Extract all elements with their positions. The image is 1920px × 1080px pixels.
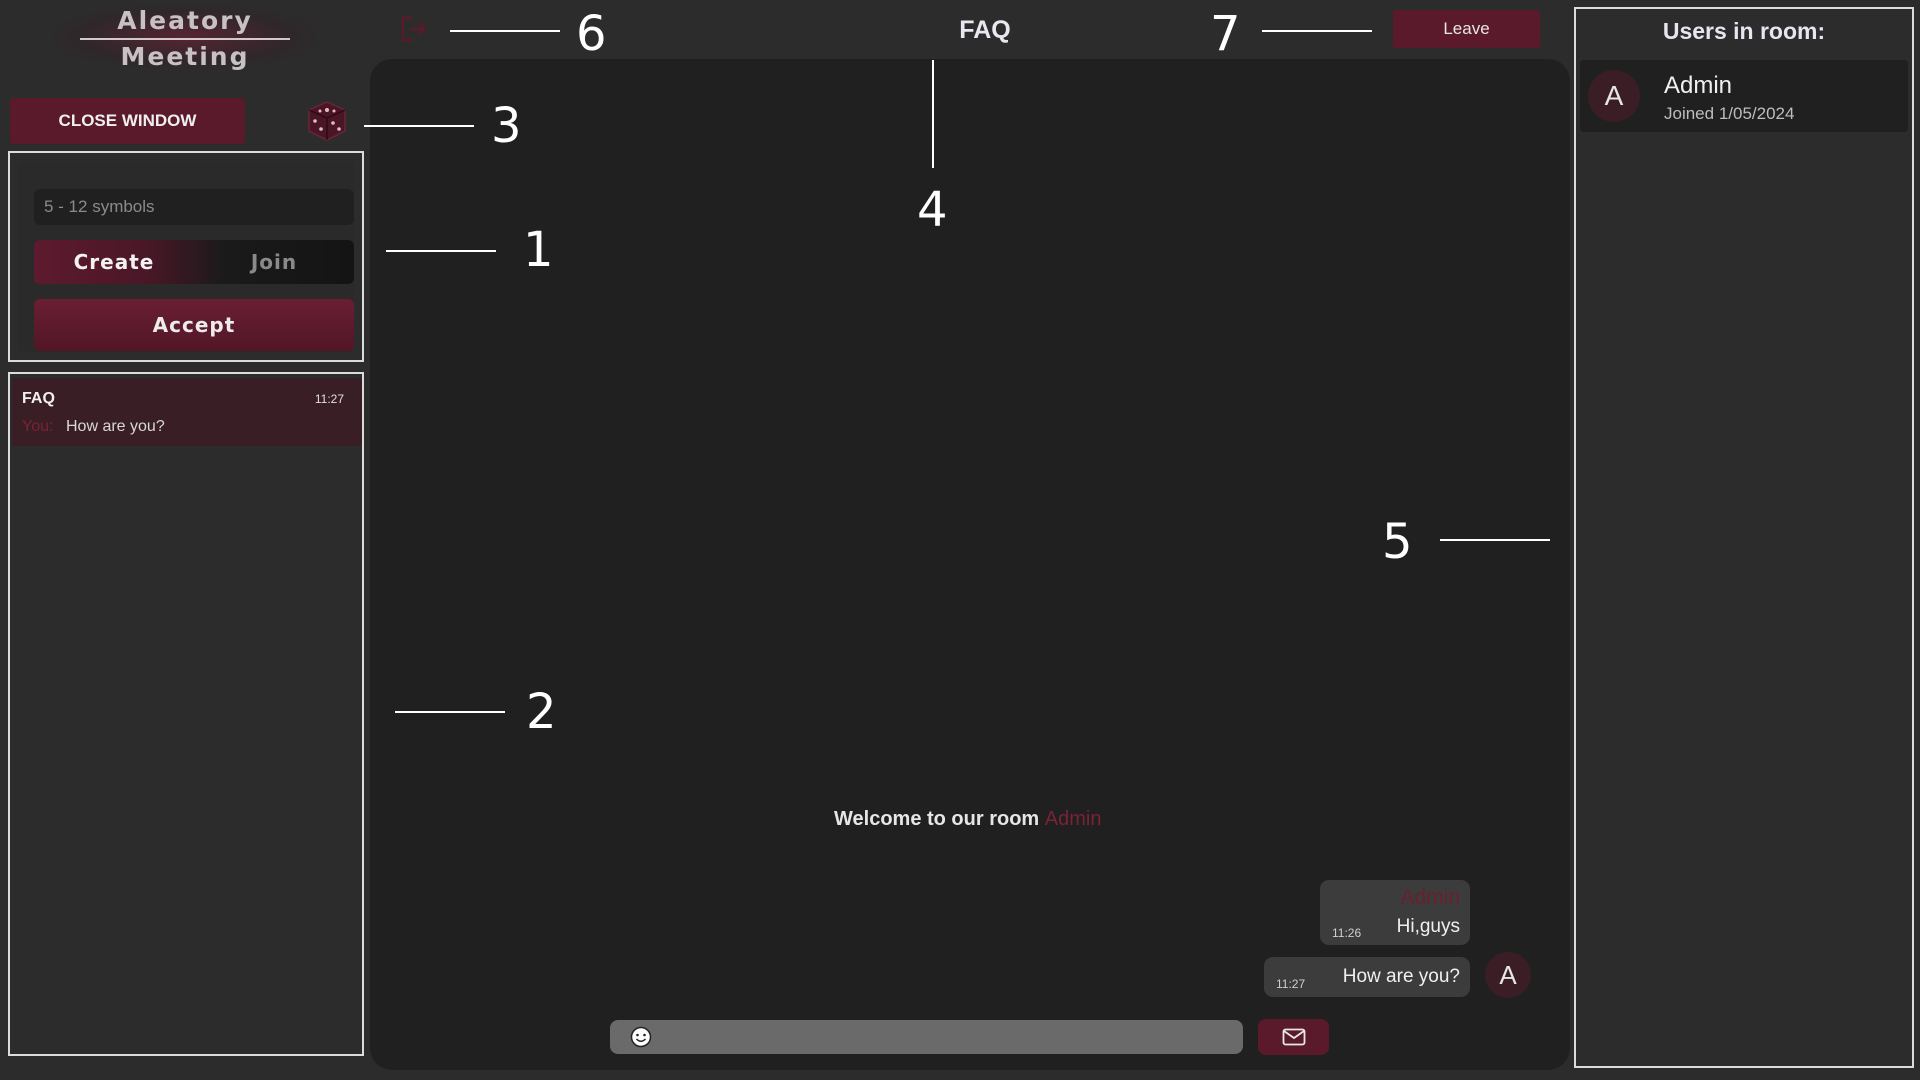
avatar: A [1485,952,1531,998]
close-window-button[interactable]: CLOSE WINDOW [10,98,245,144]
annotation-number-5: 5 [1382,514,1413,570]
message-sender: Admin [1400,886,1460,909]
exit-icon[interactable] [398,14,430,44]
message-time: 11:27 [1276,977,1306,991]
annotation-line-5 [1440,539,1550,541]
dice-icon[interactable] [305,99,349,143]
mode-toggle[interactable]: Create Join [34,240,354,284]
chat-list-panel: FAQ 11:27 You: How are you? [8,372,364,1056]
emoji-icon[interactable] [630,1026,652,1048]
chat-list-item-preview: How are you? [66,418,165,435]
message-input[interactable] [666,1023,1230,1053]
accept-button[interactable]: Accept [34,299,354,351]
chat-list-item-sender: You: [22,418,54,435]
annotation-number-2: 2 [526,684,557,740]
create-tab[interactable]: Create [34,240,194,284]
welcome-message: Welcome to our room Admin [834,808,1101,831]
annotation-number-4: 4 [917,182,948,238]
message-time: 11:26 [1332,926,1362,940]
message-text: How are you? [1342,966,1460,987]
message-bubble: 11:27 How are you? [1264,957,1470,997]
user-name: Admin [1664,72,1733,99]
app-logo: Aleatory Meeting [50,4,320,71]
user-list-item[interactable]: A Admin Joined 1/05/2024 [1580,60,1908,132]
annotation-line-1 [386,250,496,252]
welcome-text: Welcome to our room [834,808,1040,830]
mail-icon [1282,1028,1305,1046]
welcome-username: Admin [1044,808,1102,830]
room-form: Create Join Accept [18,161,354,352]
annotation-number-3: 3 [491,98,522,154]
annotation-number-6: 6 [576,6,607,62]
message-input-bar [610,1020,1243,1054]
annotation-line-3 [364,125,474,127]
users-panel: Users in room: A Admin Joined 1/05/2024 [1574,7,1914,1068]
room-name-input[interactable] [34,189,354,225]
avatar: A [1588,70,1640,122]
room-form-panel: Create Join Accept [8,151,364,362]
send-button[interactable] [1258,1019,1329,1055]
annotation-number-7: 7 [1210,6,1241,62]
logo-line-2: Meeting [120,42,250,71]
message-bubble: Admin 11:26 Hi,guys [1320,880,1470,945]
user-joined-date: Joined 1/05/2024 [1664,104,1795,123]
annotation-line-7 [1262,30,1372,32]
leave-button[interactable]: Leave [1393,10,1540,48]
logo-line-1: Aleatory [117,6,253,35]
chat-list-item-name: FAQ [22,390,55,407]
chat-list-item-time: 11:27 [314,392,344,406]
annotation-line-6 [450,30,560,32]
annotation-line-4 [932,60,934,168]
annotation-line-2 [395,711,505,713]
join-tab[interactable]: Join [194,240,354,284]
annotation-number-1: 1 [523,222,554,278]
chat-list-item-faq[interactable]: FAQ 11:27 You: How are you? [12,378,362,446]
message-text: Hi,guys [1396,916,1460,937]
users-panel-title: Users in room: [1662,18,1826,44]
room-title: FAQ [959,16,1011,44]
